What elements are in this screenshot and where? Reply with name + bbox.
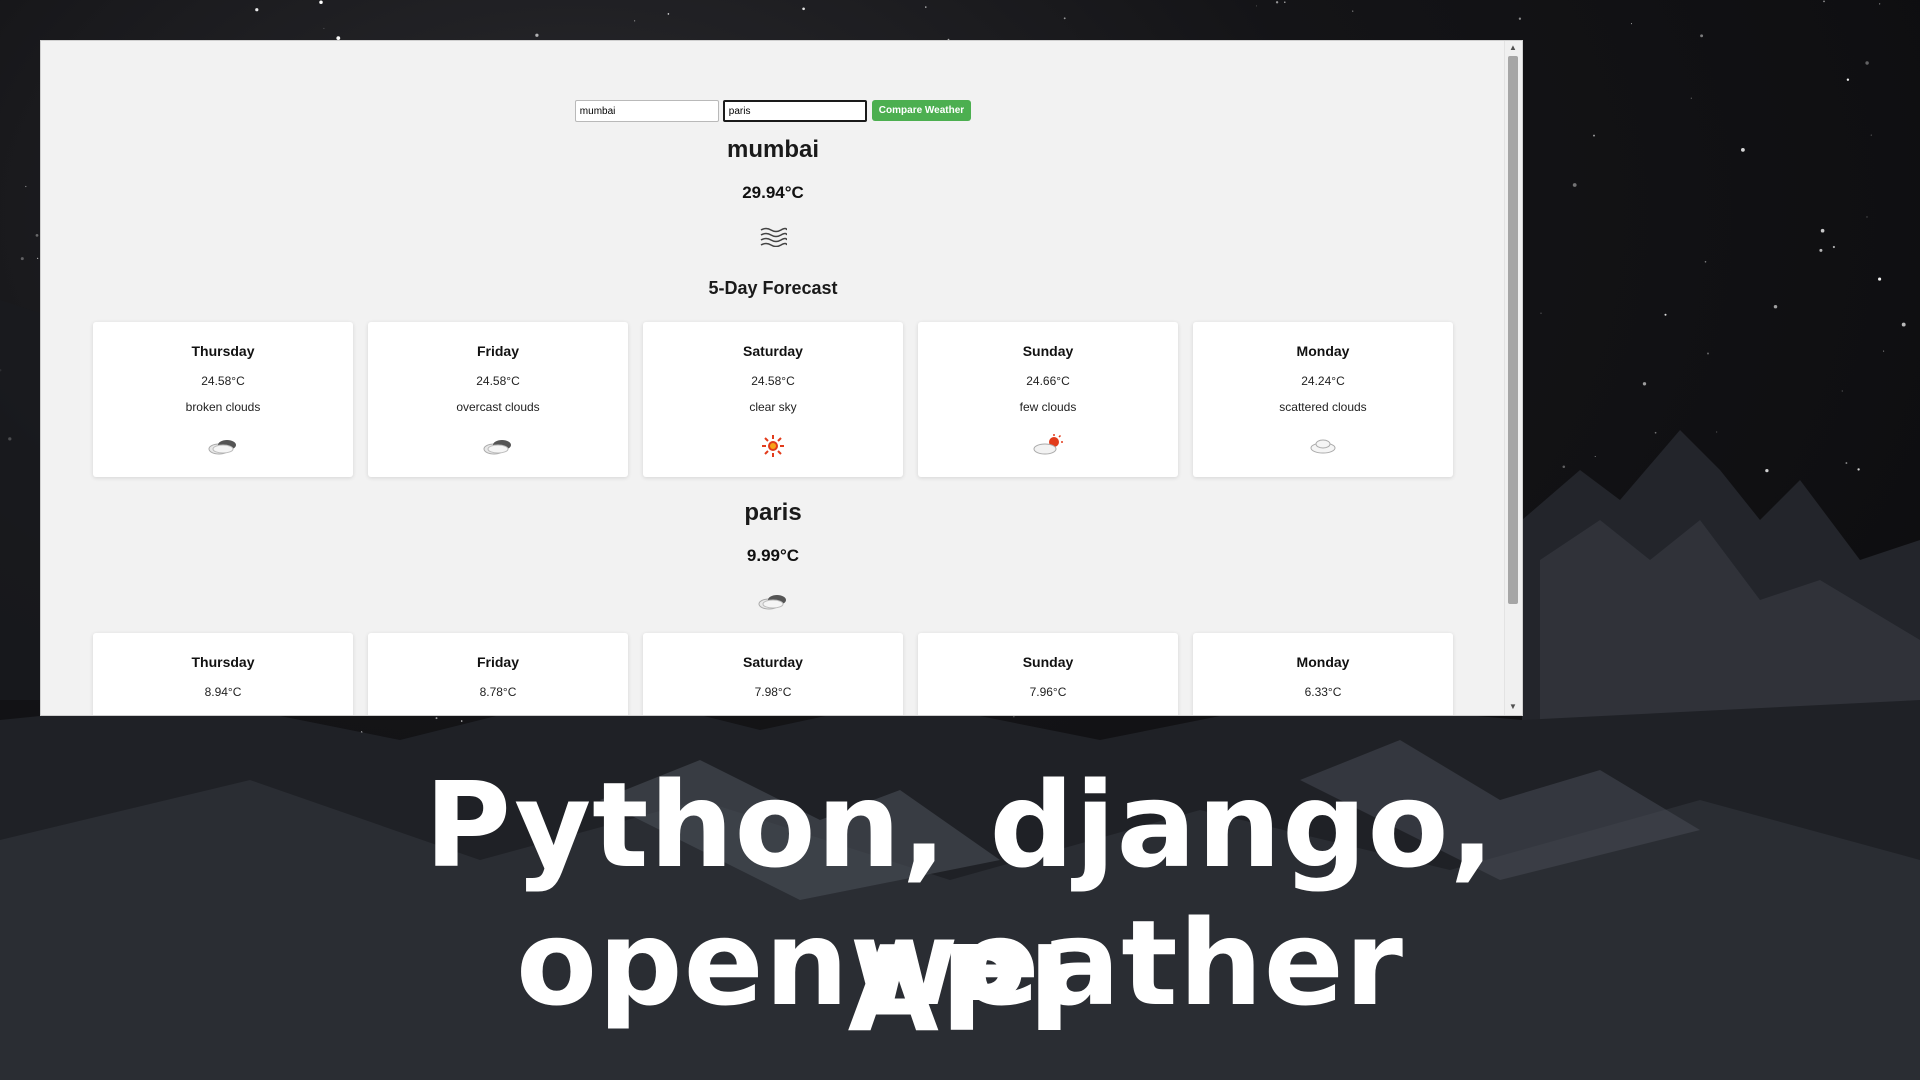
forecast-day: Sunday <box>1022 654 1074 670</box>
forecast-card: Friday 24.58°C overcast clouds <box>368 322 628 477</box>
forecast-card: Monday 6.33°C <box>1193 633 1453 715</box>
forecast-day: Saturday <box>743 654 803 670</box>
forecast-temp: 7.98°C <box>754 685 792 699</box>
forecast-temp: 24.58°C <box>751 374 795 388</box>
broken-clouds-icon <box>93 434 353 458</box>
forecast-day: Sunday <box>1022 343 1074 359</box>
city2-forecast-cards: Thursday 8.94°C Friday 8.78°C Saturday 7… <box>93 633 1453 715</box>
forecast-temp: 6.33°C <box>1304 685 1342 699</box>
forecast-card: Thursday 8.94°C <box>93 633 353 715</box>
forecast-card: Saturday 24.58°C clear sky <box>643 322 903 477</box>
forecast-card: Sunday 7.96°C <box>918 633 1178 715</box>
scattered-clouds-icon <box>1193 434 1453 458</box>
forecast-temp: 24.66°C <box>1026 374 1070 388</box>
forecast-description: few clouds <box>1019 400 1077 414</box>
city2-input[interactable] <box>722 100 867 122</box>
scroll-down-arrow-icon[interactable]: ▼ <box>1509 703 1517 711</box>
forecast-card: Monday 24.24°C scattered clouds <box>1193 322 1453 477</box>
weather-app: Compare Weather mumbai 29.94°C 5-Day For… <box>41 41 1505 715</box>
scroll-up-arrow-icon[interactable]: ▲ <box>1509 44 1517 52</box>
forecast-card: Thursday 24.58°C broken clouds <box>93 322 353 477</box>
few-clouds-icon <box>918 434 1178 458</box>
sun-icon <box>643 434 903 458</box>
forecast-day: Thursday <box>191 343 255 359</box>
forecast-description: scattered clouds <box>1279 400 1367 414</box>
forecast-day: Monday <box>1296 654 1350 670</box>
forecast-card: Saturday 7.98°C <box>643 633 903 715</box>
compare-weather-button[interactable]: Compare Weather <box>871 100 972 121</box>
forecast-card: Sunday 24.66°C few clouds <box>918 322 1178 477</box>
city1-temp: 29.94°C <box>742 183 804 202</box>
forecast-description: broken clouds <box>185 400 261 414</box>
mist-icon <box>41 227 1505 252</box>
forecast-day: Friday <box>476 343 519 359</box>
forecast-day: Monday <box>1296 343 1350 359</box>
vertical-scrollbar[interactable]: ▲ ▼ <box>1504 41 1522 715</box>
forecast-temp: 24.58°C <box>476 374 520 388</box>
forecast-temp: 8.94°C <box>204 685 242 699</box>
forecast-card: Friday 8.78°C <box>368 633 628 715</box>
forecast-temp: 24.24°C <box>1301 374 1345 388</box>
forecast-temp: 8.78°C <box>479 685 517 699</box>
forecast-description: clear sky <box>749 400 797 414</box>
forecast-temp: 7.96°C <box>1029 685 1067 699</box>
city1-input[interactable] <box>574 100 719 122</box>
compare-form: Compare Weather <box>41 100 1505 122</box>
forecast-title: 5-Day Forecast <box>708 278 838 298</box>
city2-name: paris <box>744 499 802 526</box>
overcast-clouds-icon <box>368 434 628 458</box>
forecast-day: Saturday <box>743 343 803 359</box>
forecast-temp: 24.58°C <box>201 374 245 388</box>
browser-viewport: Compare Weather mumbai 29.94°C 5-Day For… <box>41 41 1522 715</box>
forecast-day: Friday <box>476 654 519 670</box>
broken-clouds-icon <box>41 589 1505 616</box>
city1-name: mumbai <box>726 136 819 163</box>
banner-line-2: API <box>847 920 1073 1058</box>
forecast-day: Thursday <box>191 654 255 670</box>
scroll-thumb[interactable] <box>1508 56 1518 604</box>
forecast-description: overcast clouds <box>456 400 540 414</box>
city2-temp: 9.99°C <box>746 546 800 565</box>
city1-forecast-cards: Thursday 24.58°C broken clouds Friday 24… <box>93 322 1453 477</box>
